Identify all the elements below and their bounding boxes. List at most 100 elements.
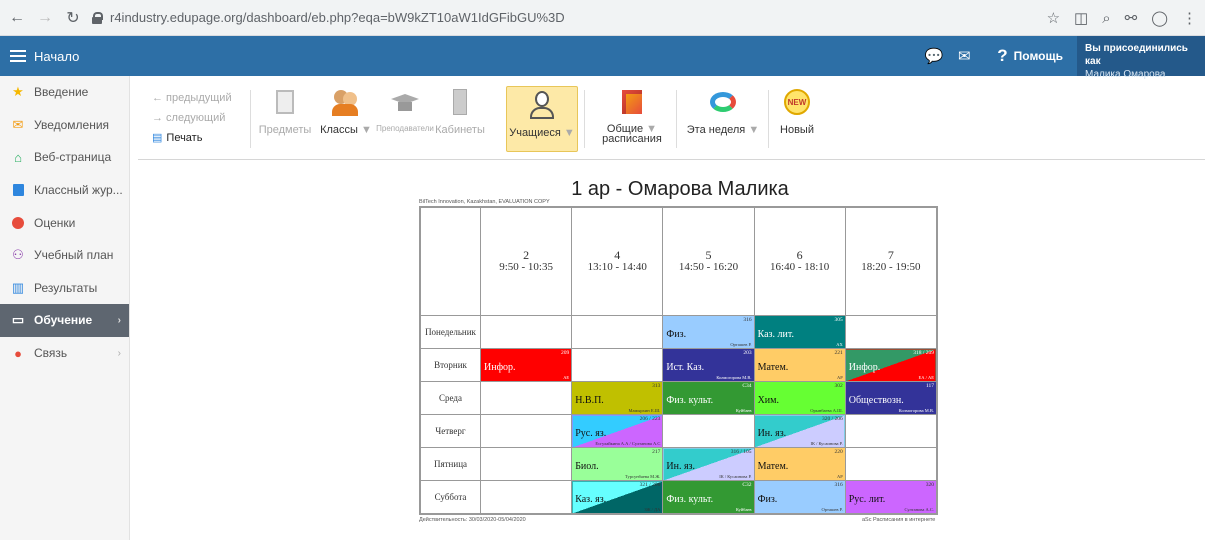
lesson-subject: Ист. Каз. <box>666 361 705 373</box>
chevron-right-icon: › <box>117 314 121 326</box>
lesson-subject: Физ. культ. <box>666 493 714 505</box>
lesson-cell[interactable]: С32 Физ. культ. Куйбаев <box>662 480 755 514</box>
sidebar-item-communication[interactable]: ● Связь › <box>0 337 129 370</box>
lesson-cell[interactable]: 316 / 105 Ин. яз. ІК / Кусаинова Р. <box>662 447 755 481</box>
lesson-cell[interactable]: 318 / 209 Инфор. ЕА / АЕ <box>844 348 938 382</box>
app-title[interactable]: Начало <box>34 49 79 64</box>
lesson-teacher: Колмогорова М.В. <box>898 408 934 413</box>
sidebar-item-journal[interactable]: Классный жур... <box>0 174 129 207</box>
empty-cell <box>479 480 573 514</box>
lesson-cell[interactable]: 221 Матем. АР <box>753 348 846 382</box>
lesson-subject: Матем. <box>757 361 789 373</box>
lesson-cell[interactable]: 220 Матем. АР <box>753 447 846 481</box>
door-icon <box>444 86 476 118</box>
user-box[interactable]: Вы присоединились как Малика Омарова <box>1077 36 1205 80</box>
mail-icon[interactable]: ✉ <box>949 47 979 65</box>
empty-cell <box>662 414 755 448</box>
sidebar-item-notifications[interactable]: ✉ Уведомления <box>0 109 129 142</box>
pocket-icon[interactable]: ◫ <box>1074 9 1088 27</box>
lesson-cell[interactable]: 203 Ист. Каз. Колмогорова М.В. <box>662 348 755 382</box>
lesson-room: 220 <box>834 449 843 455</box>
general-timetables-button[interactable]: Общие ▼ расписания <box>594 86 670 152</box>
lesson-teacher: АЕ <box>563 375 570 380</box>
footer-credit: aSc Расписания в интернете <box>862 517 936 523</box>
period-header: 6 16:40 - 18:10 <box>753 207 846 316</box>
menu-dots-icon[interactable]: ⋮ <box>1182 9 1197 27</box>
forward-icon[interactable]: → <box>34 7 56 29</box>
lesson-subject: Каз. лит. <box>757 328 794 340</box>
day-label: Понедельник <box>420 315 481 349</box>
book-icon: ▭ <box>11 312 25 328</box>
lesson-cell[interactable]: 321 / 306 Каз. яз. ЗЖ / ДА <box>571 480 664 514</box>
classes-button[interactable]: Классы ▼ <box>318 86 374 152</box>
plan-icon: ⚇ <box>12 247 24 263</box>
lesson-cell[interactable]: 302 Хим. Орынбаева А.Ш. <box>753 381 846 415</box>
lesson-teacher: Орынбаева А.Ш. <box>810 408 843 413</box>
divider <box>250 90 251 148</box>
lesson-teacher: ІК / Кусаинова Р. <box>719 474 752 479</box>
question-icon: ? <box>997 46 1008 65</box>
rooms-button[interactable]: Кабинеты <box>434 86 486 152</box>
profile-icon[interactable]: ◯ <box>1151 9 1168 27</box>
lesson-teacher: Куйбаев <box>735 507 752 512</box>
reload-icon[interactable]: ↻ <box>62 7 84 29</box>
day-row: Суббота 321 / 306 Каз. яз. ЗЖ / ДА С32 Физ. к… <box>420 480 938 514</box>
sidebar-item-webpage[interactable]: ⌂ Веб-страница <box>0 141 129 174</box>
bookmark-star-icon[interactable]: ☆ <box>1047 9 1060 27</box>
print-button[interactable]: ▤ Печать <box>152 128 232 148</box>
day-label: Пятница <box>420 447 481 481</box>
this-week-button[interactable]: Эта неделя ▼ <box>684 86 762 152</box>
hamburger-icon[interactable] <box>10 50 26 62</box>
subjects-icon <box>269 86 301 118</box>
lock-icon <box>92 11 103 24</box>
lesson-cell[interactable]: 316 Физ. Орташев Р. <box>662 315 755 349</box>
lesson-subject: Ин. яз. <box>666 460 695 472</box>
prev-link[interactable]: ← предыдущий <box>152 88 232 108</box>
lesson-cell[interactable]: 117 Обществозн. Колмогорова М.В. <box>844 381 938 415</box>
sidebar-item-intro[interactable]: ★ Введение <box>0 76 129 109</box>
day-label: Четверг <box>420 414 481 448</box>
lesson-room: 313 <box>652 383 661 389</box>
grades-icon <box>10 216 26 230</box>
address-bar[interactable]: r4industry.edupage.org/dashboard/eb.php?… <box>92 5 565 31</box>
lesson-cell[interactable]: 305 Каз. лит. АХ <box>753 315 846 349</box>
sidebar-item-learning[interactable]: ▭ Обучение › <box>0 304 129 337</box>
lesson-cell[interactable]: С34 Физ. культ. Куйбаев <box>662 381 755 415</box>
lesson-cell[interactable]: 320 / 206 Ин. яз. ІК / Кусаинова Р. <box>753 414 846 448</box>
timetable-title: 1 ар - Омарова Малика <box>571 178 789 200</box>
lesson-room: 302 <box>834 383 843 389</box>
lesson-teacher: Султанова А.С. <box>904 507 934 512</box>
chat-icon: ● <box>14 345 22 361</box>
students-button[interactable]: Учащиеся ▼ <box>506 86 578 152</box>
lesson-teacher: Колмогорова М.В. <box>716 375 752 380</box>
empty-cell <box>479 315 573 349</box>
back-icon[interactable]: ← <box>6 7 28 29</box>
chat-bubbles-icon[interactable]: 💬 <box>919 47 949 65</box>
refresh-week-icon <box>707 86 739 118</box>
lesson-cell[interactable]: 217 Биол. Турсунбаева М.Ж. <box>571 447 664 481</box>
sidebar-item-results[interactable]: ▥ Результаты <box>0 272 129 305</box>
lesson-subject: Физ. <box>666 328 687 340</box>
lesson-cell[interactable]: 313 Н.В.П. Мамырхин Е.Ш. <box>571 381 664 415</box>
new-button[interactable]: NEW Новый <box>774 86 820 152</box>
lesson-cell[interactable]: 209 Инфор. АЕ <box>479 348 573 382</box>
extension-icon[interactable]: ⚯ <box>1125 9 1138 27</box>
home-icon: ⌂ <box>14 149 22 165</box>
lesson-cell[interactable]: 320 Рус. лит. Султанова А.С. <box>844 480 938 514</box>
sidebar-item-curriculum[interactable]: ⚇ Учебный план <box>0 239 129 272</box>
lesson-teacher: АХ <box>836 342 843 347</box>
next-link[interactable]: → следующий <box>152 108 232 128</box>
lesson-cell[interactable]: 206 / 223 Рус. яз. Есгулайкина А.А / Султа… <box>571 414 664 448</box>
lesson-cell[interactable]: 316 Физ. Орташев Р. <box>753 480 846 514</box>
printer-icon: ▤ <box>152 132 163 144</box>
help-button[interactable]: ? Помощь <box>997 46 1063 66</box>
sidebar-item-grades[interactable]: Оценки <box>0 206 129 239</box>
teachers-button[interactable]: Преподаватели <box>376 86 434 152</box>
browser-actions: ☆ ◫ ⌕ ⚯ ◯ ⋮ <box>1047 0 1197 36</box>
day-label: Вторник <box>420 348 481 382</box>
subjects-button[interactable]: Предметы <box>258 86 312 152</box>
period-header: 2 9:50 - 10:35 <box>479 207 573 316</box>
search-icon[interactable]: ⌕ <box>1102 10 1110 27</box>
lesson-teacher: ЕА / АЕ <box>918 375 935 380</box>
lesson-room: 318 / 209 <box>913 350 934 356</box>
